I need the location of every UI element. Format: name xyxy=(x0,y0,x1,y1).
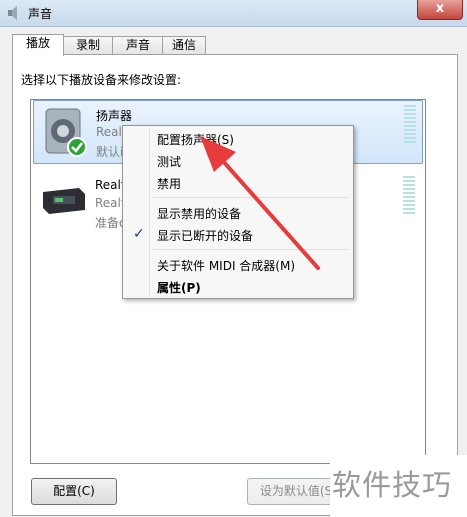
menu-item-show-disabled[interactable]: 显示禁用的设备 xyxy=(125,202,351,224)
digital-output-icon xyxy=(43,188,85,214)
window-title: 声音 xyxy=(28,7,53,21)
instruction-label: 选择以下播放设备来修改设置: xyxy=(21,73,182,87)
menu-item-configure-speakers[interactable]: 配置扬声器(S) xyxy=(125,128,351,150)
tab-sounds[interactable]: 声音 xyxy=(112,36,164,55)
watermark-text: 软件技巧 xyxy=(332,468,453,502)
close-button[interactable]: x xyxy=(417,0,463,20)
close-icon: x xyxy=(435,1,445,16)
tab-communications[interactable]: 通信 xyxy=(162,36,206,55)
menu-item-properties[interactable]: 属性(P) xyxy=(125,276,351,298)
device-name: Realt xyxy=(95,178,126,192)
context-menu: 配置扬声器(S) 测试 禁用 显示禁用的设备 ✓ 显示已断开的设备 关于软件 M… xyxy=(122,125,354,299)
volume-level-meter xyxy=(403,176,415,216)
device-status: 默认i xyxy=(96,145,124,159)
menu-item-disable[interactable]: 禁用 xyxy=(125,172,351,194)
tab-recording[interactable]: 录制 xyxy=(62,36,114,55)
volume-level-meter xyxy=(404,105,416,145)
checkmark-icon: ✓ xyxy=(133,226,145,242)
device-description: Realt xyxy=(95,196,126,210)
configure-button[interactable]: 配置(C) xyxy=(31,478,117,505)
menu-separator xyxy=(153,197,349,198)
tab-playback[interactable]: 播放 xyxy=(12,34,64,56)
speaker-icon xyxy=(8,6,17,20)
speaker-device-icon xyxy=(45,108,87,157)
menu-item-show-disconnected[interactable]: ✓ 显示已断开的设备 xyxy=(125,224,351,246)
title-bar: 声音 x xyxy=(0,0,467,27)
menu-item-midi-about[interactable]: 关于软件 MIDI 合成器(M) xyxy=(125,254,351,276)
menu-separator xyxy=(153,249,349,250)
device-name: 扬声器 xyxy=(96,109,133,123)
menu-item-test[interactable]: 测试 xyxy=(125,150,351,172)
